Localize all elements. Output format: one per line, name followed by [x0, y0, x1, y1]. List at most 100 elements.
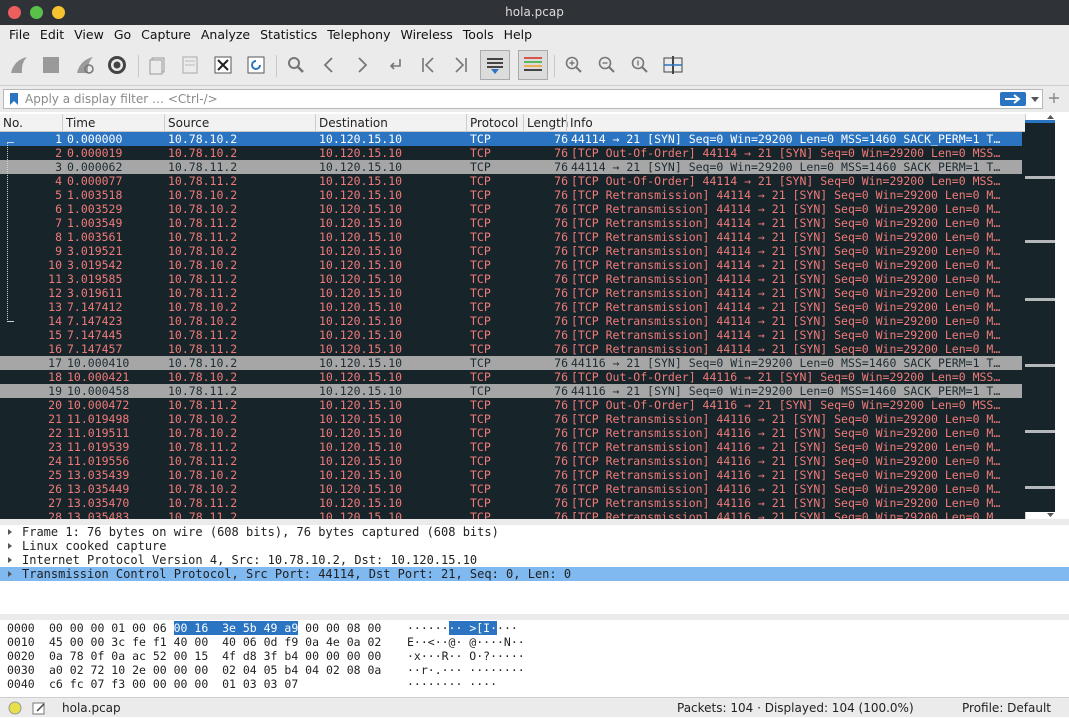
zoom-out-icon[interactable] [594, 52, 620, 78]
go-back-chevron-left-icon[interactable] [316, 52, 342, 78]
packet-minimap[interactable] [1025, 120, 1055, 512]
packet-row[interactable]: 25 13.035439 10.78.10.2 10.120.15.10 TCP 76 [T… [0, 468, 1022, 482]
packet-destination: 10.120.15.10 [319, 202, 403, 216]
capture-options-gear-icon[interactable] [104, 52, 130, 78]
packet-row[interactable]: 27 13.035470 10.78.11.2 10.120.15.10 TCP 76 [T… [0, 496, 1022, 510]
close-window-button[interactable] [8, 6, 21, 19]
packet-time: 7.147412 [67, 300, 123, 314]
expand-arrow-icon[interactable] [8, 571, 12, 577]
add-filter-button-plus-icon[interactable] [1048, 92, 1060, 104]
menu-telephony[interactable]: Telephony [322, 25, 395, 45]
column-source[interactable]: Source [164, 114, 209, 132]
open-file-icon[interactable] [144, 52, 170, 78]
expert-info-indicator-icon[interactable] [8, 701, 22, 715]
maximize-window-button[interactable] [30, 6, 43, 19]
packet-row[interactable]: 19 10.000458 10.78.11.2 10.120.15.10 TCP 76 44… [0, 384, 1022, 398]
packet-length: 76 [554, 482, 568, 496]
packet-time: 1.003549 [67, 216, 123, 230]
bytes-row[interactable]: 0030 a0 02 72 10 2e 00 00 00 02 04 05 b4 … [7, 663, 525, 677]
packet-row[interactable]: 2 0.000019 10.78.10.2 10.120.15.10 TCP 76 [TCP… [0, 146, 1022, 160]
menu-wireless[interactable]: Wireless [395, 25, 457, 45]
stop-capture-icon[interactable] [38, 52, 64, 78]
bytes-hex: 0a 78 0f 0a ac 52 00 15 4f d8 3f b4 00 0… [49, 649, 382, 663]
find-packet-search-icon[interactable] [283, 52, 309, 78]
packet-protocol: TCP [470, 132, 491, 146]
restart-capture-icon[interactable] [72, 52, 98, 78]
column-info[interactable]: Info [566, 114, 593, 132]
menu-help[interactable]: Help [499, 25, 538, 45]
packet-row[interactable]: 4 0.000077 10.78.11.2 10.120.15.10 TCP 76 [TCP… [0, 174, 1022, 188]
detail-ipv4[interactable]: Internet Protocol Version 4, Src: 10.78.… [0, 553, 1069, 567]
column-protocol[interactable]: Protocol [466, 114, 518, 132]
normal-size-icon[interactable] [627, 52, 653, 78]
packet-row[interactable]: 22 11.019511 10.78.10.2 10.120.15.10 TCP 76 [T… [0, 426, 1022, 440]
shark-fin-start-icon[interactable] [6, 52, 32, 78]
expand-arrow-icon[interactable] [8, 529, 12, 535]
menu-go[interactable]: Go [109, 25, 136, 45]
menu-capture[interactable]: Capture [136, 25, 196, 45]
packet-row[interactable]: 15 7.147445 10.78.11.2 10.120.15.10 TCP 76 [TC… [0, 328, 1022, 342]
last-packet-icon[interactable] [448, 52, 474, 78]
expand-arrow-icon[interactable] [8, 543, 12, 549]
go-to-packet-icon[interactable] [382, 52, 408, 78]
go-forward-chevron-right-icon[interactable] [349, 52, 375, 78]
packet-row[interactable]: 17 10.000410 10.78.10.2 10.120.15.10 TCP 76 44… [0, 356, 1022, 370]
packet-row[interactable]: 14 7.147423 10.78.10.2 10.120.15.10 TCP 76 [TC… [0, 314, 1022, 328]
column-no[interactable]: No. [0, 114, 23, 132]
bytes-row[interactable]: 0040 c6 fc 07 f3 00 00 00 00 01 03 03 07 ·… [7, 677, 497, 691]
packet-row[interactable]: 11 3.019585 10.78.11.2 10.120.15.10 TCP 76 [TC… [0, 272, 1022, 286]
packet-row[interactable]: 21 11.019498 10.78.10.2 10.120.15.10 TCP 76 [T… [0, 412, 1022, 426]
packet-row[interactable]: 1 0.000000 10.78.10.2 10.120.15.10 TCP 76 4411… [0, 132, 1022, 146]
packet-row[interactable]: 5 1.003518 10.78.10.2 10.120.15.10 TCP 76 [TCP… [0, 188, 1022, 202]
packet-row[interactable]: 6 1.003529 10.78.10.2 10.120.15.10 TCP 76 [TCP… [0, 202, 1022, 216]
pane-splitter-bytes[interactable] [0, 614, 1069, 620]
packet-row[interactable]: 8 1.003561 10.78.11.2 10.120.15.10 TCP 76 [TCP… [0, 230, 1022, 244]
zoom-in-icon[interactable] [561, 52, 587, 78]
packet-row[interactable]: 23 11.019539 10.78.11.2 10.120.15.10 TCP 76 [T… [0, 440, 1022, 454]
packet-row[interactable]: 18 10.000421 10.78.10.2 10.120.15.10 TCP 76 [T… [0, 370, 1022, 384]
menu-statistics[interactable]: Statistics [255, 25, 322, 45]
menu-tools[interactable]: Tools [458, 25, 499, 45]
packet-row[interactable]: 7 1.003549 10.78.11.2 10.120.15.10 TCP 76 [TCP… [0, 216, 1022, 230]
menu-file[interactable]: File [4, 25, 35, 45]
menu-view[interactable]: View [69, 25, 109, 45]
packet-row[interactable]: 26 13.035449 10.78.10.2 10.120.15.10 TCP 76 [T… [0, 482, 1022, 496]
filter-history-chevron-down-icon[interactable] [1030, 96, 1040, 104]
bytes-row[interactable]: 0020 0a 78 0f 0a ac 52 00 15 4f d8 3f b4 … [7, 649, 525, 663]
detail-tcp[interactable]: Transmission Control Protocol, Src Port:… [0, 567, 1069, 581]
column-time[interactable]: Time [62, 114, 95, 132]
packet-row[interactable]: 12 3.019611 10.78.11.2 10.120.15.10 TCP 76 [TC… [0, 286, 1022, 300]
bytes-row[interactable]: 0010 45 00 00 3c fe f1 40 00 40 06 0d f9 … [7, 635, 525, 649]
packet-row[interactable]: 20 10.000472 10.78.11.2 10.120.15.10 TCP 76 [T… [0, 398, 1022, 412]
bytes-row[interactable]: 0000 00 00 00 01 00 06 00 16 3e 5b 49 a9 … [7, 621, 518, 635]
close-file-icon[interactable] [210, 52, 236, 78]
capture-comment-edit-icon[interactable] [32, 701, 46, 715]
scroll-down-arrow-icon[interactable] [1046, 512, 1055, 518]
packet-row[interactable]: 10 3.019542 10.78.10.2 10.120.15.10 TCP 76 [TC… [0, 258, 1022, 272]
column-length[interactable]: Length [523, 114, 568, 132]
packet-info: [TCP Retransmission] 44114 → 21 [SYN] Se… [571, 328, 1001, 342]
column-destination[interactable]: Destination [315, 114, 388, 132]
apply-filter-arrow-icon[interactable] [1000, 92, 1026, 106]
save-file-icon[interactable] [177, 52, 203, 78]
colorize-packet-list-icon[interactable] [518, 50, 548, 80]
status-profile[interactable]: Profile: Default [962, 698, 1051, 718]
menu-edit[interactable]: Edit [35, 25, 69, 45]
packet-row[interactable]: 13 7.147412 10.78.10.2 10.120.15.10 TCP 76 [TC… [0, 300, 1022, 314]
reload-file-icon[interactable] [243, 52, 269, 78]
packet-row[interactable]: 3 0.000062 10.78.11.2 10.120.15.10 TCP 76 4411… [0, 160, 1022, 174]
detail-frame[interactable]: Frame 1: 76 bytes on wire (608 bits), 76… [0, 525, 1069, 539]
autoscroll-icon[interactable] [480, 50, 510, 80]
detail-linux-cooked[interactable]: Linux cooked capture [0, 539, 1069, 553]
packet-row[interactable]: 9 3.019521 10.78.10.2 10.120.15.10 TCP 76 [TCP… [0, 244, 1022, 258]
bookmark-icon[interactable] [8, 92, 20, 106]
packet-row[interactable]: 16 7.147457 10.78.11.2 10.120.15.10 TCP 76 [TC… [0, 342, 1022, 356]
first-packet-icon[interactable] [415, 52, 441, 78]
display-filter-input[interactable]: Apply a display filter … <Ctrl-/> [3, 89, 1043, 109]
packet-row[interactable]: 24 11.019556 10.78.11.2 10.120.15.10 TCP 76 [T… [0, 454, 1022, 468]
resize-columns-icon[interactable] [660, 52, 686, 78]
expand-arrow-icon[interactable] [8, 557, 12, 563]
menu-analyze[interactable]: Analyze [196, 25, 255, 45]
minimize-window-button[interactable] [52, 6, 65, 19]
packet-list[interactable]: 1 0.000000 10.78.10.2 10.120.15.10 TCP 76 4411… [0, 132, 1025, 520]
